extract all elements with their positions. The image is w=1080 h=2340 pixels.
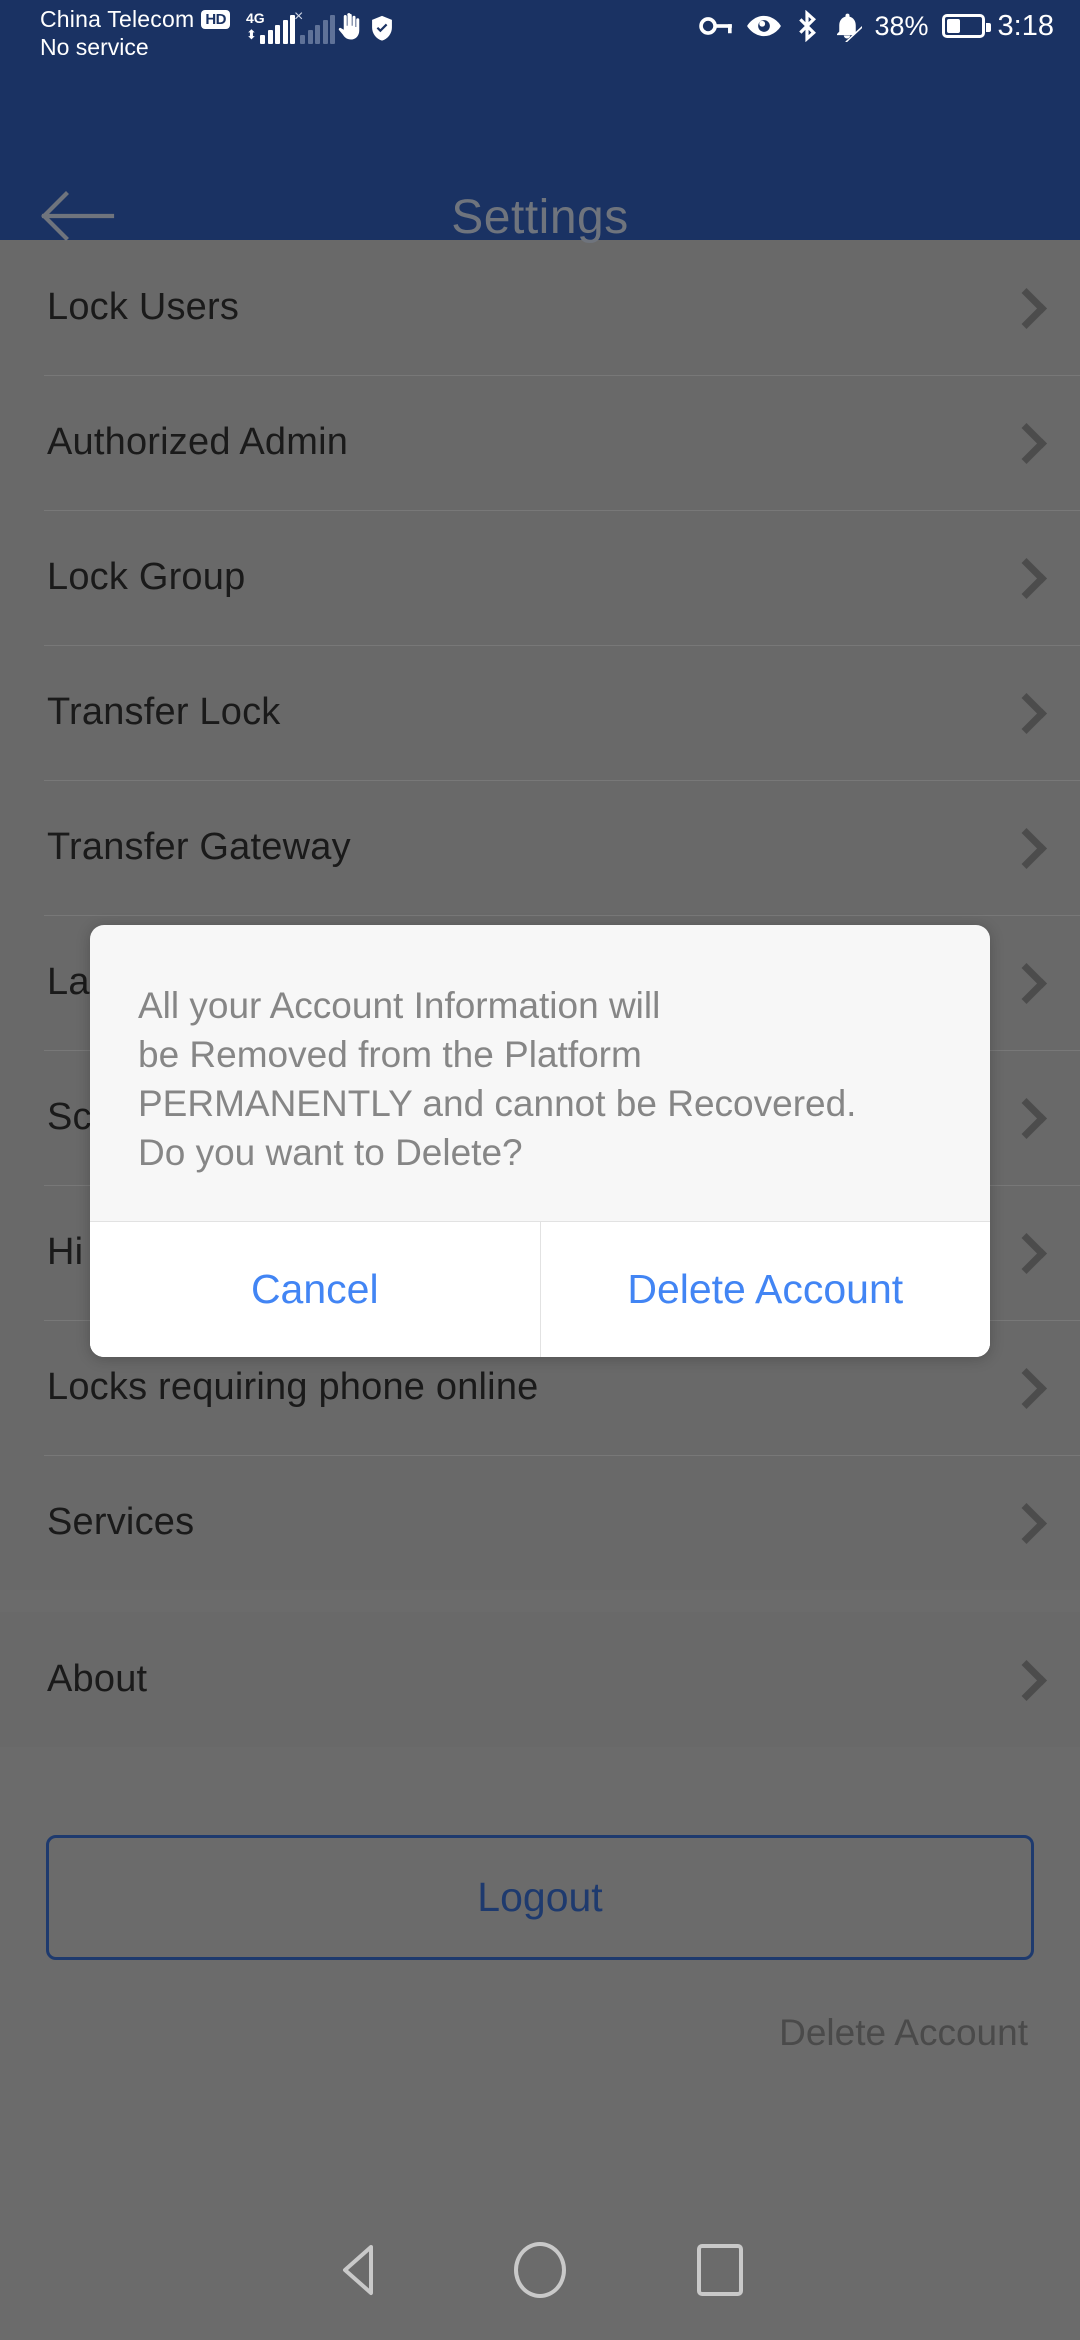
chevron-right-icon xyxy=(1010,1096,1036,1140)
settings-section-one: Lock Users Authorized Admin Lock Group Tran… xyxy=(0,240,1080,1590)
nav-recents-square-icon[interactable] xyxy=(630,2200,810,2340)
list-item-label: Transfer Gateway xyxy=(47,826,351,868)
status-bar-right: 38% 3:18 xyxy=(698,10,1054,42)
chevron-right-icon xyxy=(1010,691,1036,735)
list-item-label: Authorized Admin xyxy=(47,421,349,463)
chevron-right-icon xyxy=(1010,1366,1036,1410)
list-item-label: Transfer Lock xyxy=(47,691,281,733)
chevron-right-icon xyxy=(1010,1658,1036,1702)
list-item[interactable]: Lock Users xyxy=(0,240,1080,375)
phone-screen: China Telecom HD No service 4G ⬍ × 38% 3… xyxy=(0,0,1080,2340)
list-item[interactable]: Transfer Lock xyxy=(0,645,1080,780)
signal-indicators: 4G ⬍ × xyxy=(246,8,396,44)
page-title: Settings xyxy=(451,191,629,244)
eye-icon xyxy=(746,13,782,39)
bell-off-icon xyxy=(832,10,862,42)
status-bar-left: China Telecom HD No service xyxy=(40,6,230,61)
dialog-actions: Cancel Delete Account xyxy=(90,1221,990,1357)
dialog-delete-account-button[interactable]: Delete Account xyxy=(539,1222,990,1357)
data-updown-icon: ⬍ xyxy=(246,27,257,42)
dialog-message: All your Account Information will be Rem… xyxy=(138,985,857,1173)
delete-account-container: Delete Account xyxy=(0,1960,1080,2054)
chevron-right-icon xyxy=(1010,1231,1036,1275)
battery-icon xyxy=(941,14,991,38)
chevron-right-icon xyxy=(1010,1501,1036,1545)
list-item-label: Lock Users xyxy=(47,286,240,328)
list-item[interactable]: About xyxy=(0,1612,1080,1747)
logout-button[interactable]: Logout xyxy=(46,1835,1034,1960)
chevron-right-icon xyxy=(1010,826,1036,870)
hd-badge-icon: HD xyxy=(201,10,230,29)
clock-label: 3:18 xyxy=(997,10,1054,42)
chevron-right-icon xyxy=(1010,556,1036,600)
list-item[interactable]: Lock Group xyxy=(0,510,1080,645)
signal-bars-inactive-icon: × xyxy=(294,8,335,44)
no-service-label: No service xyxy=(40,34,149,60)
nav-back-triangle-icon[interactable] xyxy=(270,2200,450,2340)
list-item-label: Sc xyxy=(47,1096,92,1138)
delete-account-dialog: All your Account Information will be Rem… xyxy=(90,925,990,1357)
dialog-cancel-button[interactable]: Cancel xyxy=(90,1222,540,1357)
delete-account-link[interactable]: Delete Account xyxy=(779,2012,1028,2053)
app-bar: Settings xyxy=(0,72,1080,244)
list-item-label: Services xyxy=(47,1501,195,1543)
chevron-right-icon xyxy=(1010,286,1036,330)
nav-home-circle-icon[interactable] xyxy=(450,2200,630,2340)
settings-section-two: About xyxy=(0,1612,1080,1747)
list-item[interactable]: Authorized Admin xyxy=(0,375,1080,510)
list-item-label: Lock Group xyxy=(47,556,246,598)
bluetooth-icon xyxy=(795,10,819,42)
carrier-name: China Telecom xyxy=(40,6,195,32)
shield-check-icon xyxy=(368,12,396,44)
status-bar: China Telecom HD No service 4G ⬍ × 38% 3… xyxy=(0,0,1080,72)
carrier-row: China Telecom HD xyxy=(40,6,230,33)
chevron-right-icon xyxy=(1010,421,1036,465)
signal-bars-icon: 4G ⬍ xyxy=(246,10,295,44)
battery-percent-label: 38% xyxy=(874,11,929,41)
section-divider-gap xyxy=(0,1590,1080,1612)
chevron-right-icon xyxy=(1010,961,1036,1005)
logout-container: Logout xyxy=(0,1747,1080,1960)
system-navigation-bar xyxy=(0,2200,1080,2340)
list-item-label: Hi xyxy=(47,1231,84,1273)
list-item[interactable]: Transfer Gateway xyxy=(0,780,1080,915)
hand-icon xyxy=(334,10,364,44)
vpn-key-icon xyxy=(698,13,733,39)
list-item-label: La xyxy=(47,961,90,1003)
list-item-label: Locks requiring phone online xyxy=(47,1366,539,1408)
list-item-label: About xyxy=(47,1658,148,1700)
list-item[interactable]: Services xyxy=(0,1455,1080,1590)
